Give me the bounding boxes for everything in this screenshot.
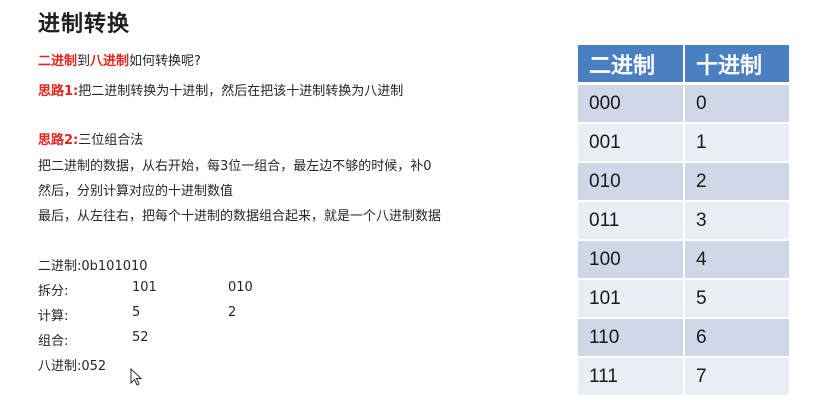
- intro-line: 二进制到八进制如何转换呢?: [38, 50, 201, 69]
- table-row: 101 5: [578, 279, 789, 319]
- binary-row: 二进制:0b101010: [38, 255, 148, 274]
- table-row: 110 6: [578, 318, 789, 358]
- cell-decimal: 7: [684, 357, 789, 397]
- cell-decimal: 2: [684, 162, 789, 202]
- calc-label: 计算:: [38, 309, 69, 324]
- split-a: 101: [132, 280, 157, 295]
- page-title: 进制转换: [38, 12, 131, 37]
- table-row: 111 7: [578, 357, 789, 397]
- cell-decimal: 3: [684, 201, 789, 241]
- binary-decimal-table: 二进制 十进制 000 0 001 1 010 2 011 3 100 4 10…: [578, 45, 789, 397]
- intro-question: 如何转换呢?: [129, 54, 201, 69]
- table-row: 010 2: [578, 162, 789, 202]
- octal-row: 八进制:052: [38, 355, 106, 374]
- intro-octal: 八进制: [90, 54, 130, 69]
- intro-binary: 二进制: [38, 54, 78, 69]
- header-decimal: 十进制: [684, 45, 789, 85]
- cell-binary: 011: [578, 201, 685, 241]
- cell-decimal: 4: [684, 240, 789, 280]
- split-b: 010: [228, 280, 253, 295]
- step-2: 然后，分别计算对应的十进制数值: [38, 184, 234, 199]
- table-row: 100 4: [578, 240, 789, 280]
- cell-binary: 001: [578, 123, 685, 163]
- calc-a: 5: [132, 305, 141, 320]
- mouse-cursor-icon: [130, 368, 143, 386]
- cell-binary: 101: [578, 279, 685, 319]
- calc-b: 2: [228, 305, 237, 320]
- idea2-label: 思路2:: [38, 133, 79, 148]
- cell-binary: 010: [578, 162, 685, 202]
- cell-decimal: 0: [684, 83, 789, 124]
- idea2-line: 思路2:三位组合法: [38, 129, 143, 148]
- cell-binary: 100: [578, 240, 685, 280]
- step-3: 最后，从左往右，把每个十进制的数据组合起来，就是一个八进制数据: [38, 209, 442, 224]
- table-header-row: 二进制 十进制: [578, 45, 789, 85]
- cell-binary: 110: [578, 318, 685, 358]
- idea1-line: 思路1:把二进制转换为十进制，然后在把该十进制转换为八进制: [38, 80, 403, 99]
- table-row: 000 0: [578, 83, 789, 124]
- cell-decimal: 6: [684, 318, 789, 358]
- idea2-text: 三位组合法: [78, 133, 144, 148]
- cell-decimal: 5: [684, 279, 789, 319]
- combine-label: 组合:: [38, 334, 69, 349]
- table-row: 001 1: [578, 123, 789, 163]
- intro-to: 到: [77, 54, 91, 69]
- split-label: 拆分:: [38, 284, 69, 299]
- header-binary: 二进制: [578, 45, 685, 85]
- idea1-text: 把二进制转换为十进制，然后在把该十进制转换为八进制: [78, 84, 404, 99]
- octal-label: 八进制:: [38, 359, 82, 374]
- cell-binary: 111: [578, 357, 685, 397]
- step-1: 把二进制的数据，从右开始，每3位一组合，最左边不够的时候，补0: [38, 159, 432, 174]
- cell-decimal: 1: [684, 123, 789, 163]
- table-row: 011 3: [578, 201, 789, 241]
- combine-value: 52: [132, 330, 149, 345]
- binary-value: 0b101010: [81, 259, 148, 274]
- binary-label: 二进制:: [38, 259, 82, 274]
- cell-binary: 000: [578, 83, 685, 124]
- idea1-label: 思路1:: [38, 84, 79, 99]
- octal-value: 052: [81, 359, 107, 374]
